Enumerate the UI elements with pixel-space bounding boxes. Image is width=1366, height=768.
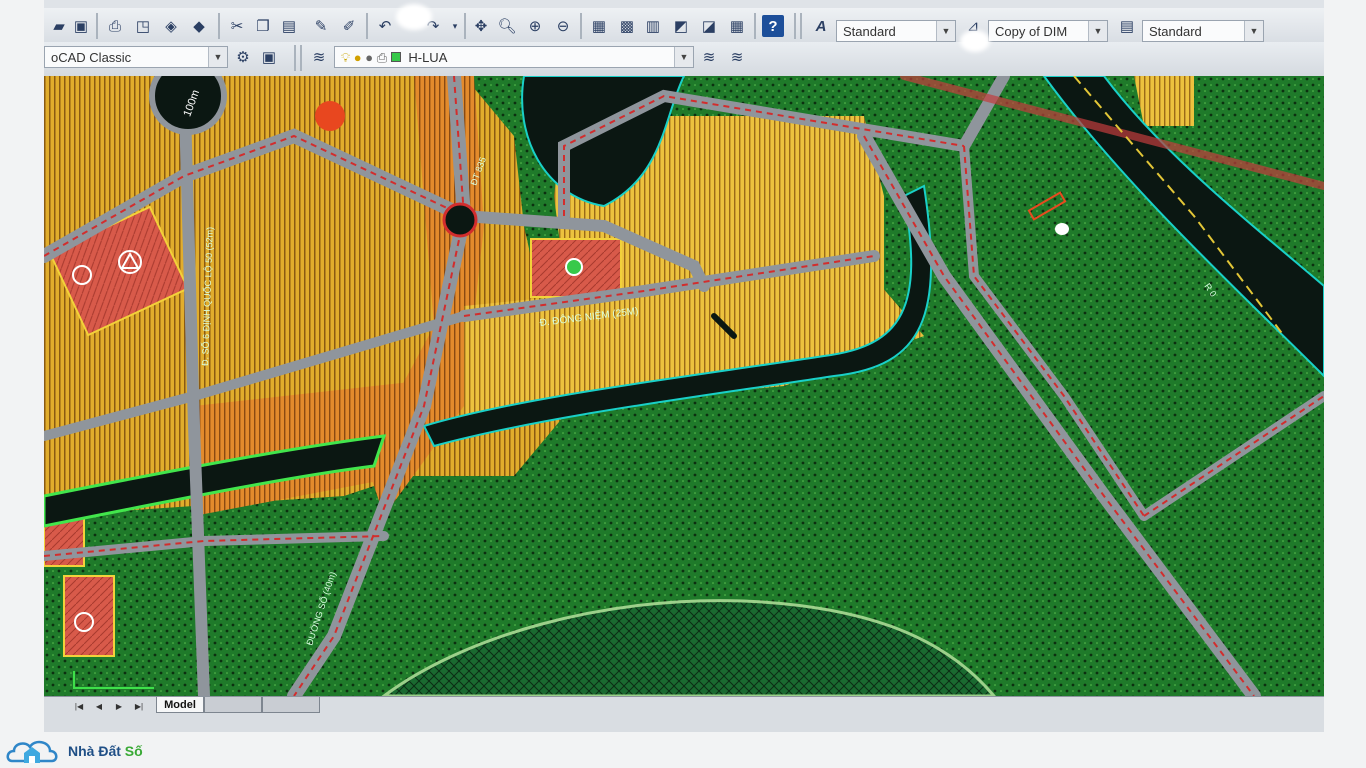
tool-palettes-icon[interactable]: ▥ — [642, 15, 664, 37]
drawing-canvas[interactable]: 100m Đ. ĐÔNG NIỆM (25M) Đ. SỐ 6 ĐỊNH QUỐ… — [44, 76, 1324, 696]
sun-icon: ● — [353, 50, 362, 65]
plot-icon: ⎙ — [376, 50, 388, 65]
table-style-select[interactable]: Standard ▼ — [1142, 20, 1264, 42]
save-icon[interactable]: ▣ — [70, 15, 92, 37]
red-marker — [315, 101, 345, 131]
chevron-down-icon[interactable]: ▼ — [1244, 21, 1263, 41]
markup-icon[interactable]: ◪ — [698, 15, 720, 37]
print-icon[interactable]: ⎙ — [104, 15, 126, 37]
text-style-icon[interactable]: A — [810, 15, 832, 37]
dim-style-value: Copy of DIM — [995, 24, 1068, 39]
workspace-select[interactable]: oCAD Classic ▼ — [44, 46, 228, 68]
layer-select[interactable]: 💡︎ ● ● ⎙ H-LUA ▼ — [334, 46, 694, 68]
dim-style-select[interactable]: Copy of DIM ▼ — [988, 20, 1108, 42]
glare — [960, 30, 990, 52]
layer-name: H-LUA — [408, 50, 448, 65]
brand-name-part2: Số — [124, 743, 143, 759]
match-properties-icon[interactable]: ✎ — [310, 15, 332, 37]
lightbulb-icon: 💡︎ — [341, 50, 351, 65]
roundabout-center — [442, 202, 478, 238]
copy-icon[interactable]: ❐ — [252, 15, 274, 37]
block-editor-icon[interactable]: ✐ — [338, 15, 360, 37]
table-style-value: Standard — [1149, 24, 1202, 39]
layer-previous-icon[interactable]: ≋ — [726, 46, 748, 68]
brand-name-part1: Nhà Đất — [68, 743, 125, 759]
house-cloud-icon — [6, 740, 58, 763]
cut-icon[interactable]: ✂ — [226, 15, 248, 37]
undo-icon[interactable]: ↶ — [374, 15, 396, 37]
design-center-icon[interactable]: ▩ — [616, 15, 638, 37]
chevron-down-icon[interactable]: ▼ — [1088, 21, 1107, 41]
make-object-layer-current-icon[interactable]: ≋ — [698, 46, 720, 68]
text-style-value: Standard — [843, 24, 896, 39]
tab-model[interactable]: Model — [156, 697, 204, 713]
open-icon[interactable]: ▰ — [48, 15, 70, 37]
zoom-window-icon[interactable]: ⊕ — [524, 15, 546, 37]
workspace-value: oCAD Classic — [51, 50, 132, 65]
zoom-realtime-icon[interactable]: 🔍︎ — [496, 15, 518, 37]
next-tab-icon[interactable]: ▶ — [112, 701, 126, 713]
layout-tabs-bar: |◀ ◀ ▶ ▶| Model — [44, 696, 1324, 732]
autocad-photo: ▰ ▣ ⎙ ◳ ◈ ◆ ✂ ❐ ▤ ✎ ✐ ↶ ↷ ▾ ✥ 🔍︎ ⊕ ⊖ ▦ ▩… — [44, 0, 1324, 732]
prev-tab-icon[interactable]: ◀ — [92, 701, 106, 713]
properties-icon[interactable]: ▦ — [588, 15, 610, 37]
tab-layout1[interactable] — [204, 697, 262, 713]
lock-icon: ● — [365, 50, 374, 65]
publish-icon[interactable]: ◈ — [160, 15, 182, 37]
question-icon[interactable]: ? — [762, 15, 784, 37]
redo-dropdown-icon[interactable]: ▾ — [444, 15, 466, 37]
workspace-settings-icon[interactable]: ⚙ — [232, 46, 254, 68]
my-workspace-icon[interactable]: ▣ — [258, 46, 280, 68]
table-style-icon[interactable]: ▤ — [1116, 15, 1138, 37]
last-tab-icon[interactable]: ▶| — [132, 701, 146, 713]
plot-preview-icon[interactable]: ◳ — [132, 15, 154, 37]
first-tab-icon[interactable]: |◀ — [72, 701, 86, 713]
brand-logo: Nhà Đất Số — [6, 734, 143, 768]
calculator-icon[interactable]: ▦ — [726, 15, 748, 37]
chevron-down-icon[interactable]: ▼ — [936, 21, 955, 41]
paste-icon[interactable]: ▤ — [278, 15, 300, 37]
sheet-set-icon[interactable]: ◩ — [670, 15, 692, 37]
3d-publish-icon[interactable]: ◆ — [188, 15, 210, 37]
zoom-previous-icon[interactable]: ⊖ — [552, 15, 574, 37]
brand-name: Nhà Đất Số — [68, 743, 143, 759]
chevron-down-icon[interactable]: ▼ — [208, 47, 227, 67]
layer-color-swatch — [390, 52, 401, 62]
glare — [396, 4, 432, 30]
chevron-down-icon[interactable]: ▼ — [674, 47, 693, 67]
workspace-layer-toolbar: oCAD Classic ▼ ⚙ ▣ ≋ 💡︎ ● ● ⎙ H-LUA ▼ ≋ … — [44, 42, 1324, 77]
tab-layout2[interactable] — [262, 697, 320, 713]
text-style-select[interactable]: Standard ▼ — [836, 20, 956, 42]
standard-toolbar: ▰ ▣ ⎙ ◳ ◈ ◆ ✂ ❐ ▤ ✎ ✐ ↶ ↷ ▾ ✥ 🔍︎ ⊕ ⊖ ▦ ▩… — [44, 8, 1324, 45]
layer-properties-icon[interactable]: ≋ — [308, 46, 330, 68]
pan-icon[interactable]: ✥ — [470, 15, 492, 37]
